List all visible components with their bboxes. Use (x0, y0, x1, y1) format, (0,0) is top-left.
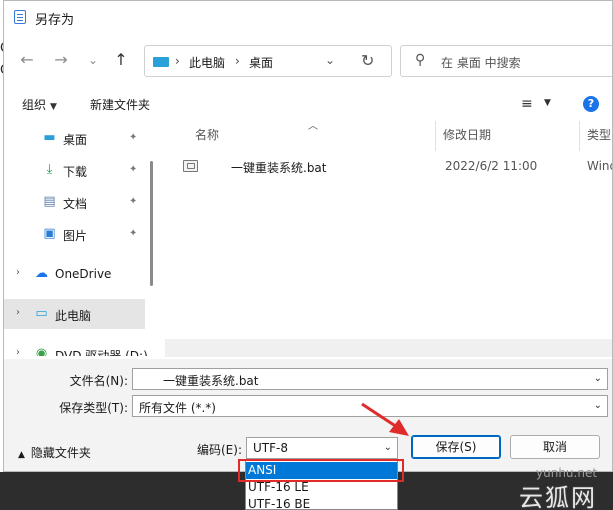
chevron-right-icon[interactable]: › (16, 267, 20, 278)
sidebar-scrollbar[interactable] (150, 161, 153, 286)
column-divider[interactable] (579, 121, 580, 151)
horizontal-scrollbar[interactable] (165, 339, 612, 357)
chevron-down-icon[interactable]: ⌄ (594, 373, 602, 384)
navigation-bar: ← → ⌄ ↑ › 此电脑 › 桌面 ⌄ ↻ ⚲ 在 桌面 中搜索 (4, 41, 612, 81)
save-button[interactable]: 保存(S) (411, 435, 501, 459)
document-icon: ▤ (43, 194, 56, 209)
pin-icon: ✦ (129, 132, 138, 143)
sidebar-item-label: 桌面 (63, 133, 88, 147)
cloud-icon: ☁ (35, 266, 48, 281)
breadcrumb-separator: › (175, 54, 180, 68)
picture-icon: ▣ (43, 226, 56, 241)
sidebar-item-pictures[interactable]: ▣ 图片 ✦ (4, 219, 145, 249)
up-arrow-icon[interactable]: ↑ (110, 49, 132, 71)
table-row[interactable]: 一键重装系统.bat 2022/6/2 11:00 Wind (165, 154, 612, 180)
address-bar[interactable]: › 此电脑 › 桌面 ⌄ ↻ (144, 45, 392, 77)
refresh-icon[interactable]: ↻ (361, 51, 374, 70)
batch-file-icon (183, 160, 198, 172)
breadcrumb-separator: › (235, 54, 240, 68)
encoding-option-utf16be[interactable]: UTF-16 BE (246, 496, 397, 510)
chevron-down-icon[interactable]: ⌄ (384, 442, 392, 453)
chevron-right-icon[interactable]: › (16, 307, 20, 318)
search-placeholder: 在 桌面 中搜索 (441, 56, 521, 70)
encoding-value: UTF-8 (253, 441, 288, 455)
new-folder-button[interactable]: 新建文件夹 (90, 96, 150, 113)
forward-arrow-icon[interactable]: → (50, 49, 72, 71)
column-divider[interactable] (435, 121, 436, 151)
breadcrumb-item-this-pc[interactable]: 此电脑 (189, 54, 225, 71)
sidebar-item-documents[interactable]: ▤ 文档 ✦ (4, 187, 145, 217)
command-toolbar: 组织 ▼ 新建文件夹 ≡ ▼ ? (4, 87, 612, 121)
file-name: 一键重装系统.bat (231, 161, 327, 175)
computer-icon: ▭ (35, 306, 48, 321)
recent-locations-icon[interactable]: ⌄ (82, 49, 104, 71)
organize-button[interactable]: 组织 ▼ (22, 96, 57, 113)
column-header-modified[interactable]: 修改日期 (443, 126, 491, 143)
view-options-icon[interactable]: ≡ (521, 96, 533, 112)
watermark-brand: 云狐网 (519, 484, 597, 510)
column-header-type[interactable]: 类型 (587, 126, 611, 143)
cancel-button[interactable]: 取消 (510, 435, 600, 459)
address-dropdown-icon[interactable]: ⌄ (325, 53, 335, 67)
download-icon: ⤓ (46, 162, 53, 177)
search-box[interactable]: ⚲ 在 桌面 中搜索 (400, 45, 612, 77)
pin-icon: ✦ (129, 164, 138, 175)
filename-value: 一键重装系统.bat (163, 374, 259, 388)
filetype-select[interactable]: 所有文件 (*.*) ⌄ (132, 395, 608, 417)
organize-label: 组织 (22, 98, 47, 112)
file-type: Wind (587, 159, 612, 173)
sidebar-item-label: DVD 驱动器 (D:) (55, 349, 148, 356)
computer-icon (153, 57, 169, 67)
notepad-icon (14, 10, 26, 24)
encoding-select[interactable]: UTF-8 ⌄ (246, 437, 398, 459)
breadcrumb-item-desktop[interactable]: 桌面 (249, 54, 273, 71)
sidebar-item-downloads[interactable]: ⤓ 下载 ✦ (4, 155, 145, 185)
filetype-label: 保存类型(T): (59, 401, 128, 415)
sidebar-item-label: 此电脑 (55, 309, 92, 323)
annotation-highlight-box (238, 459, 404, 482)
pin-icon: ✦ (129, 196, 138, 207)
caret-up-icon: ▲ (18, 450, 25, 460)
sidebar-item-onedrive[interactable]: › ☁ OneDrive (4, 259, 145, 289)
save-options-panel: 文件名(N): 一键重装系统.bat ⌄ 保存类型(T): 所有文件 (*.*)… (4, 359, 612, 471)
hide-folders-toggle[interactable]: ▲ 隐藏文件夹 (18, 444, 91, 461)
caret-down-icon[interactable]: ▼ (544, 98, 551, 108)
hide-folders-label: 隐藏文件夹 (30, 446, 91, 460)
save-as-dialog: 另存为 ← → ⌄ ↑ › 此电脑 › 桌面 ⌄ ↻ ⚲ 在 桌面 中搜索 组织… (3, 0, 613, 472)
filename-field[interactable]: 一键重装系统.bat ⌄ (132, 368, 608, 390)
back-arrow-icon[interactable]: ← (16, 49, 38, 71)
title-bar: 另存为 (4, 1, 612, 33)
file-list: ︿ 名称 修改日期 类型 一键重装系统.bat 2022/6/2 11:00 W… (165, 121, 612, 359)
chevron-down-icon[interactable]: ⌄ (594, 400, 602, 411)
sidebar-item-label: OneDrive (55, 267, 112, 281)
navigation-pane: ▬ 桌面 ✦ ⤓ 下载 ✦ ▤ 文档 ✦ ▣ 图片 ✦ › ☁ OneDrive… (4, 121, 164, 356)
sidebar-item-label: 下载 (63, 165, 88, 179)
column-header-name[interactable]: 名称 (195, 126, 219, 143)
sidebar-item-desktop[interactable]: ▬ 桌面 ✦ (4, 123, 145, 153)
sidebar-item-dvd-drive[interactable]: › ◉ DVD 驱动器 (D:) (4, 339, 148, 356)
search-icon: ⚲ (415, 52, 426, 68)
sort-ascending-icon: ︿ (308, 121, 318, 132)
filetype-value: 所有文件 (*.*) (139, 401, 216, 415)
sidebar-item-label: 文档 (63, 197, 88, 211)
sidebar-item-label: 图片 (63, 229, 88, 243)
dvd-icon: ◉ (35, 346, 48, 356)
window-title: 另存为 (35, 13, 75, 28)
sidebar-item-this-pc[interactable]: › ▭ 此电脑 (4, 299, 145, 329)
file-modified: 2022/6/2 11:00 (445, 159, 538, 173)
chevron-right-icon[interactable]: › (16, 347, 20, 356)
help-icon[interactable]: ? (583, 96, 599, 112)
caret-down-icon: ▼ (50, 102, 57, 112)
encoding-label: 编码(E): (197, 443, 242, 457)
pin-icon: ✦ (129, 228, 138, 239)
filename-label: 文件名(N): (69, 374, 128, 388)
desktop-icon: ▬ (43, 130, 56, 145)
